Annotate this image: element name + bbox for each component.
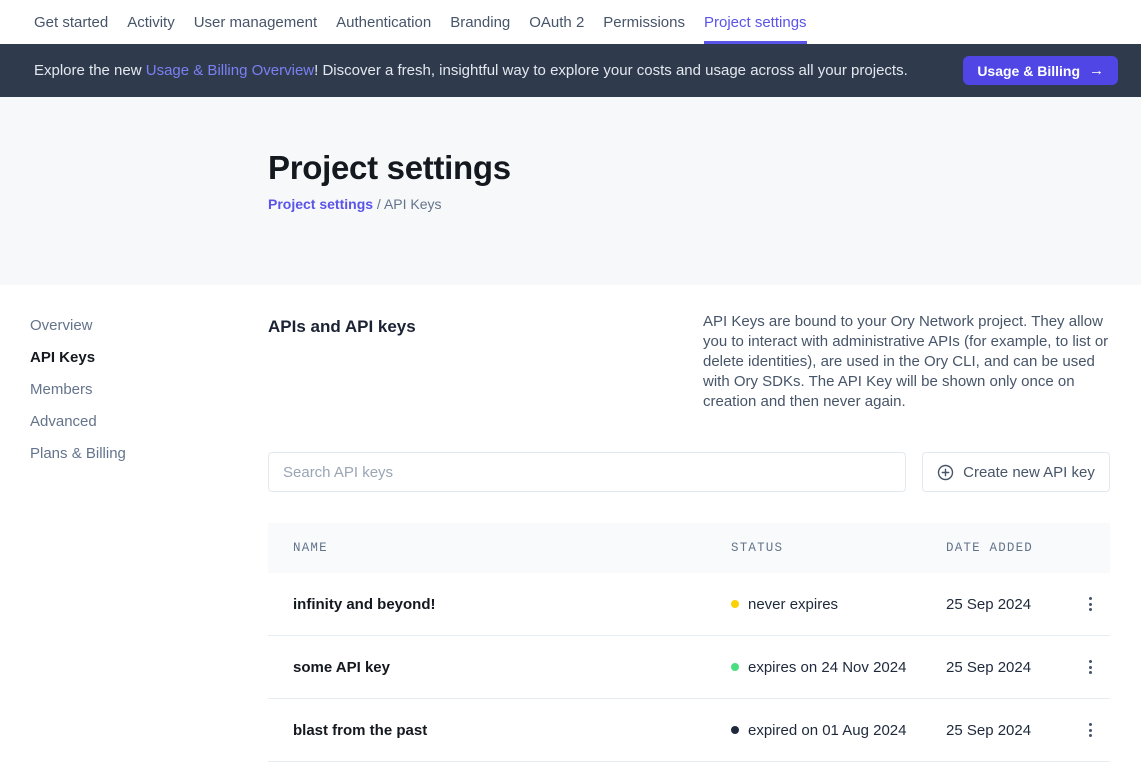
- plus-circle-icon: [937, 464, 954, 481]
- status-label: expires on 24 Nov 2024: [748, 659, 906, 676]
- tab-project-settings[interactable]: Project settings: [704, 0, 807, 44]
- table-header-row: NAME STATUS DATE ADDED: [268, 523, 1110, 573]
- status-dot: [731, 726, 739, 734]
- top-navigation: Get started Activity User management Aut…: [0, 0, 1141, 44]
- api-keys-section: APIs and API keys API Keys are bound to …: [268, 285, 1110, 762]
- usage-billing-button-label: Usage & Billing: [977, 63, 1080, 79]
- tab-branding[interactable]: Branding: [450, 0, 510, 44]
- api-key-status: expires on 24 Nov 2024: [731, 659, 946, 676]
- column-header-name: NAME: [293, 541, 731, 555]
- api-key-date-added: 25 Sep 2024: [946, 659, 1071, 676]
- table-row: infinity and beyond! never expires 25 Se…: [268, 573, 1110, 636]
- banner-text-after: ! Discover a fresh, insightful way to ex…: [314, 62, 908, 79]
- sidebar-item-plans-billing[interactable]: Plans & Billing: [30, 445, 268, 462]
- settings-sidebar: Overview API Keys Members Advanced Plans…: [0, 285, 268, 762]
- page-title: Project settings: [268, 149, 1141, 187]
- section-description: API Keys are bound to your Ory Network p…: [703, 312, 1110, 412]
- banner-text-before: Explore the new: [34, 62, 146, 79]
- usage-billing-banner: Explore the new Usage & Billing Overview…: [0, 44, 1141, 97]
- api-key-status: expired on 01 Aug 2024: [731, 722, 946, 739]
- usage-billing-button[interactable]: Usage & Billing →: [963, 56, 1118, 85]
- page-header: Project settings Project settings / API …: [0, 97, 1141, 285]
- sidebar-item-members[interactable]: Members: [30, 381, 268, 398]
- api-key-name: blast from the past: [293, 722, 731, 739]
- row-menu-button[interactable]: [1083, 654, 1098, 680]
- sidebar-item-overview[interactable]: Overview: [30, 317, 268, 334]
- sidebar-item-api-keys[interactable]: API Keys: [30, 349, 268, 366]
- api-key-name: infinity and beyond!: [293, 596, 731, 613]
- create-api-key-button[interactable]: Create new API key: [922, 452, 1110, 492]
- api-key-name: some API key: [293, 659, 731, 676]
- section-intro: APIs and API keys API Keys are bound to …: [268, 312, 1110, 412]
- content-area: Overview API Keys Members Advanced Plans…: [0, 285, 1141, 762]
- create-api-key-label: Create new API key: [963, 464, 1095, 481]
- search-input[interactable]: [268, 452, 906, 492]
- row-menu-button[interactable]: [1083, 591, 1098, 617]
- column-header-status: STATUS: [731, 541, 946, 555]
- column-header-date-added: DATE ADDED: [946, 541, 1071, 555]
- arrow-right-icon: →: [1089, 62, 1104, 79]
- row-menu-button[interactable]: [1083, 717, 1098, 743]
- tab-get-started[interactable]: Get started: [34, 0, 108, 44]
- section-title: APIs and API keys: [268, 312, 416, 412]
- status-dot: [731, 663, 739, 671]
- sidebar-item-advanced[interactable]: Advanced: [30, 413, 268, 430]
- api-key-status: never expires: [731, 596, 946, 613]
- breadcrumb-project-settings-link[interactable]: Project settings: [268, 196, 373, 212]
- breadcrumb-current: API Keys: [384, 196, 442, 212]
- tab-authentication[interactable]: Authentication: [336, 0, 431, 44]
- tab-oauth2[interactable]: OAuth 2: [529, 0, 584, 44]
- status-label: expired on 01 Aug 2024: [748, 722, 906, 739]
- tab-permissions[interactable]: Permissions: [603, 0, 685, 44]
- tab-activity[interactable]: Activity: [127, 0, 175, 44]
- status-dot: [731, 600, 739, 608]
- banner-message: Explore the new Usage & Billing Overview…: [34, 62, 963, 79]
- breadcrumb-separator: /: [377, 196, 381, 212]
- status-label: never expires: [748, 596, 838, 613]
- usage-billing-overview-link[interactable]: Usage & Billing Overview: [146, 62, 314, 79]
- api-keys-table: NAME STATUS DATE ADDED infinity and beyo…: [268, 523, 1110, 762]
- api-key-date-added: 25 Sep 2024: [946, 722, 1071, 739]
- table-row: blast from the past expired on 01 Aug 20…: [268, 699, 1110, 762]
- table-row: some API key expires on 24 Nov 2024 25 S…: [268, 636, 1110, 699]
- api-key-date-added: 25 Sep 2024: [946, 596, 1071, 613]
- tab-user-management[interactable]: User management: [194, 0, 317, 44]
- breadcrumb: Project settings / API Keys: [268, 196, 1141, 212]
- api-keys-toolbar: Create new API key: [268, 452, 1110, 492]
